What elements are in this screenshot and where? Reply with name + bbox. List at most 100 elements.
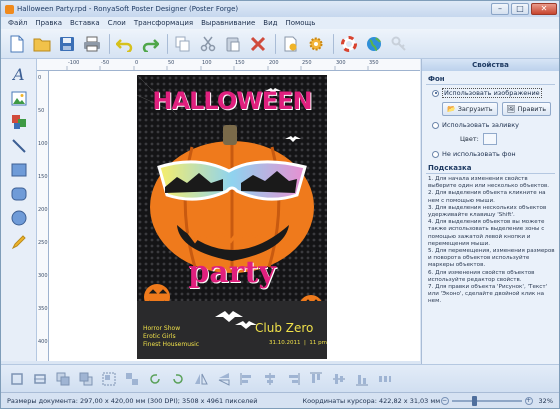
poster-title-halloween[interactable]: HALLOWEEN <box>145 87 319 115</box>
document-properties-icon[interactable] <box>281 34 301 54</box>
load-image-button[interactable]: 📂 Загрузить <box>442 102 498 116</box>
align-right-icon[interactable] <box>285 371 301 387</box>
zoom-slider[interactable] <box>451 395 522 406</box>
hint-item: 4. Для выделения объектов вы можете такж… <box>428 219 545 247</box>
menu-edit[interactable]: Правка <box>31 19 66 27</box>
print-icon[interactable] <box>82 34 102 54</box>
ruler-label: 150 <box>38 174 48 180</box>
align-center-icon[interactable] <box>262 371 278 387</box>
ruler-label: 400 <box>38 339 48 345</box>
use-fill-radio[interactable] <box>432 121 439 129</box>
picture-icon: 🖼 <box>506 105 516 113</box>
ruler-label: 0 <box>135 60 139 66</box>
zoom-slider-thumb[interactable] <box>472 395 478 406</box>
close-button[interactable]: ✕ <box>531 3 557 15</box>
left-toolbox: A <box>1 59 37 361</box>
svg-text:A: A <box>12 66 25 82</box>
use-fill-option[interactable]: Использовать заливку <box>422 116 559 129</box>
use-image-radio[interactable] <box>432 89 439 97</box>
cut-icon[interactable] <box>198 34 218 54</box>
poster-lineup-item: Finest Housemusic <box>143 341 200 348</box>
fill-color-swatch[interactable] <box>482 133 497 145</box>
pencil-tool-icon[interactable] <box>9 233 29 251</box>
rounded-rectangle-tool-icon[interactable] <box>9 185 29 203</box>
menu-view[interactable]: Вид <box>259 19 281 27</box>
web-globe-icon[interactable] <box>364 34 384 54</box>
bring-front-icon[interactable] <box>55 371 71 387</box>
hint-item: 3. Для выделения нескольких объектов уде… <box>428 204 547 219</box>
line-tool-icon[interactable] <box>9 137 29 155</box>
ungroup-icon[interactable] <box>124 371 140 387</box>
hint-section-title: Подсказка <box>428 164 472 172</box>
section-divider <box>426 173 555 174</box>
ruler-label: 350 <box>369 60 379 66</box>
poster-lineup[interactable]: Horror Show Erotic Girls Finest Housemus… <box>143 325 199 349</box>
send-back-icon[interactable] <box>78 371 94 387</box>
fit-page-icon[interactable] <box>9 371 25 387</box>
align-bottom-icon[interactable] <box>354 371 370 387</box>
no-background-radio[interactable] <box>432 150 439 158</box>
help-lifebuoy-icon[interactable] <box>339 34 359 54</box>
redo-icon[interactable] <box>140 34 160 54</box>
save-icon[interactable] <box>57 34 77 54</box>
align-top-icon[interactable] <box>308 371 324 387</box>
align-left-icon[interactable] <box>239 371 255 387</box>
register-key-icon[interactable] <box>389 34 409 54</box>
zoom-level: 32% <box>538 396 553 405</box>
rectangle-tool-icon[interactable] <box>9 161 29 179</box>
fill-color-row: Цвет: <box>422 129 559 145</box>
minimize-button[interactable]: – <box>491 3 509 15</box>
ruler-label: -50 <box>101 60 110 66</box>
menu-help[interactable]: Помощь <box>281 19 319 27</box>
image-tool-icon[interactable] <box>9 89 29 107</box>
paste-icon[interactable] <box>223 34 243 54</box>
text-tool-icon[interactable]: A <box>9 65 29 83</box>
toolbar-separator <box>275 33 276 54</box>
toolbar-separator <box>333 33 334 54</box>
edit-image-button[interactable]: 🖼 Править <box>501 102 552 116</box>
poster-title-party[interactable]: party <box>177 255 287 290</box>
image-buttons: 📂 Загрузить 🖼 Править <box>422 98 559 116</box>
edit-button-label: Править <box>517 105 547 113</box>
flip-vertical-icon[interactable] <box>216 371 232 387</box>
copy-icon[interactable] <box>173 34 193 54</box>
open-folder-icon[interactable] <box>32 34 52 54</box>
hint-item: 2. Для выделения объекта кликните на нем… <box>428 190 546 204</box>
zoom-in-button[interactable]: + <box>524 396 533 405</box>
rotate-left-icon[interactable] <box>147 371 163 387</box>
settings-gear-icon[interactable] <box>306 34 326 54</box>
flip-horizontal-icon[interactable] <box>193 371 209 387</box>
align-middle-icon[interactable] <box>331 371 347 387</box>
menu-align[interactable]: Выравнивание <box>197 19 259 27</box>
group-icon[interactable] <box>101 371 117 387</box>
delete-icon[interactable] <box>248 34 268 54</box>
ruler-label: -100 <box>68 60 80 66</box>
ellipse-tool-icon[interactable] <box>9 209 29 227</box>
poster-lineup-item: Horror Show <box>143 325 181 332</box>
fit-width-icon[interactable] <box>32 371 48 387</box>
maximize-button[interactable]: □ <box>511 3 529 15</box>
document-size-status: Размеры документа: 297,00 x 420,00 мм (3… <box>7 396 258 405</box>
zoom-out-button[interactable]: − <box>440 396 449 405</box>
menu-layers[interactable]: Слои <box>104 19 130 27</box>
distribute-icon[interactable] <box>377 371 393 387</box>
properties-panel: Свойства Фон Использовать изображение 📂 … <box>421 59 559 364</box>
hint-item: 6. Для изменения свойств объектов исполь… <box>428 269 535 283</box>
cursor-coordinates-status: Координаты курсора: 422,82 x 31,03 мм <box>302 396 441 405</box>
no-background-option[interactable]: Не использовать фон <box>422 145 559 158</box>
undo-icon[interactable] <box>115 34 135 54</box>
poster-page[interactable]: HALLOWEEN party Horror Show Erotic Girls… <box>137 75 327 359</box>
no-background-label: Не использовать фон <box>442 150 516 158</box>
rotate-right-icon[interactable] <box>170 371 186 387</box>
poster-date[interactable]: 31.10.2011 | 11 pm <box>269 340 327 346</box>
clipart-tool-icon[interactable] <box>9 113 29 131</box>
ruler-label: 300 <box>336 60 346 66</box>
menu-transform[interactable]: Трансформация <box>130 19 197 27</box>
use-image-option[interactable]: Использовать изображение <box>422 85 559 98</box>
menu-insert[interactable]: Вставка <box>66 19 104 27</box>
title-bar: Halloween Party.rpd - RonyaSoft Poster D… <box>1 1 559 17</box>
new-document-icon[interactable] <box>7 34 27 54</box>
hint-item: 5. Для перемещения, изменения размеров и… <box>428 248 555 269</box>
menu-file[interactable]: Файл <box>4 19 31 27</box>
poster-club-name[interactable]: Club Zero <box>255 321 313 335</box>
